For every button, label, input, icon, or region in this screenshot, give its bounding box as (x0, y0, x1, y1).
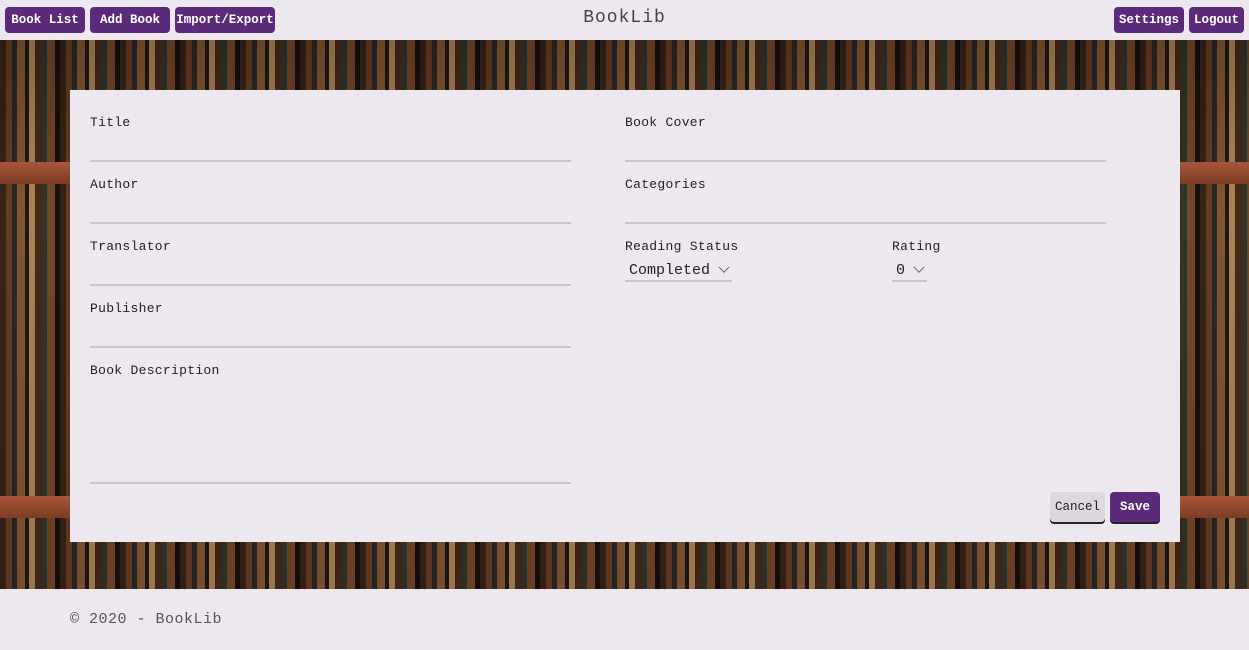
rating-field: Rating 0 (892, 239, 1012, 282)
nav-import-export-button[interactable]: Import/Export (175, 7, 275, 33)
description-label: Book Description (90, 363, 220, 378)
cover-label: Book Cover (625, 115, 707, 130)
publisher-input[interactable] (90, 322, 571, 348)
categories-input[interactable] (625, 198, 1106, 224)
nav-add-book-button[interactable]: Add Book (90, 7, 170, 33)
cancel-button[interactable]: Cancel (1050, 492, 1105, 522)
title-input[interactable] (90, 136, 571, 162)
top-navbar: Book List Add Book Import/Export BookLib… (0, 0, 1249, 40)
translator-label: Translator (90, 239, 172, 254)
categories-field: Categories (625, 177, 1106, 224)
nav-logout-button[interactable]: Logout (1189, 7, 1244, 33)
chevron-down-icon (718, 261, 730, 273)
description-field: Book Description (90, 363, 571, 484)
translator-field: Translator (90, 239, 571, 286)
author-label: Author (90, 177, 139, 192)
title-field: Title (90, 115, 571, 162)
publisher-field: Publisher (90, 301, 571, 348)
title-label: Title (90, 115, 131, 130)
reading-status-value: Completed (629, 261, 711, 279)
reading-status-field: Reading Status Completed (625, 239, 825, 282)
rating-label: Rating (892, 239, 941, 254)
reading-status-select[interactable]: Completed (625, 260, 733, 282)
nav-book-list-button[interactable]: Book List (5, 7, 85, 33)
footer: © 2020 - BookLib (0, 589, 1249, 650)
translator-input[interactable] (90, 260, 571, 286)
categories-label: Categories (625, 177, 707, 192)
author-field: Author (90, 177, 571, 224)
footer-copyright: © 2020 - BookLib (70, 611, 223, 628)
cover-input[interactable] (625, 136, 1106, 162)
book-form-card: Title Author Translator Publisher Book D… (70, 90, 1180, 542)
description-textarea[interactable] (90, 384, 571, 484)
save-button[interactable]: Save (1110, 492, 1160, 522)
chevron-down-icon (913, 261, 925, 273)
author-input[interactable] (90, 198, 571, 224)
cover-field: Book Cover (625, 115, 1106, 162)
reading-status-label: Reading Status (625, 239, 739, 254)
publisher-label: Publisher (90, 301, 163, 316)
nav-settings-button[interactable]: Settings (1114, 7, 1184, 33)
rating-value: 0 (896, 261, 906, 279)
rating-select[interactable]: 0 (892, 260, 928, 282)
